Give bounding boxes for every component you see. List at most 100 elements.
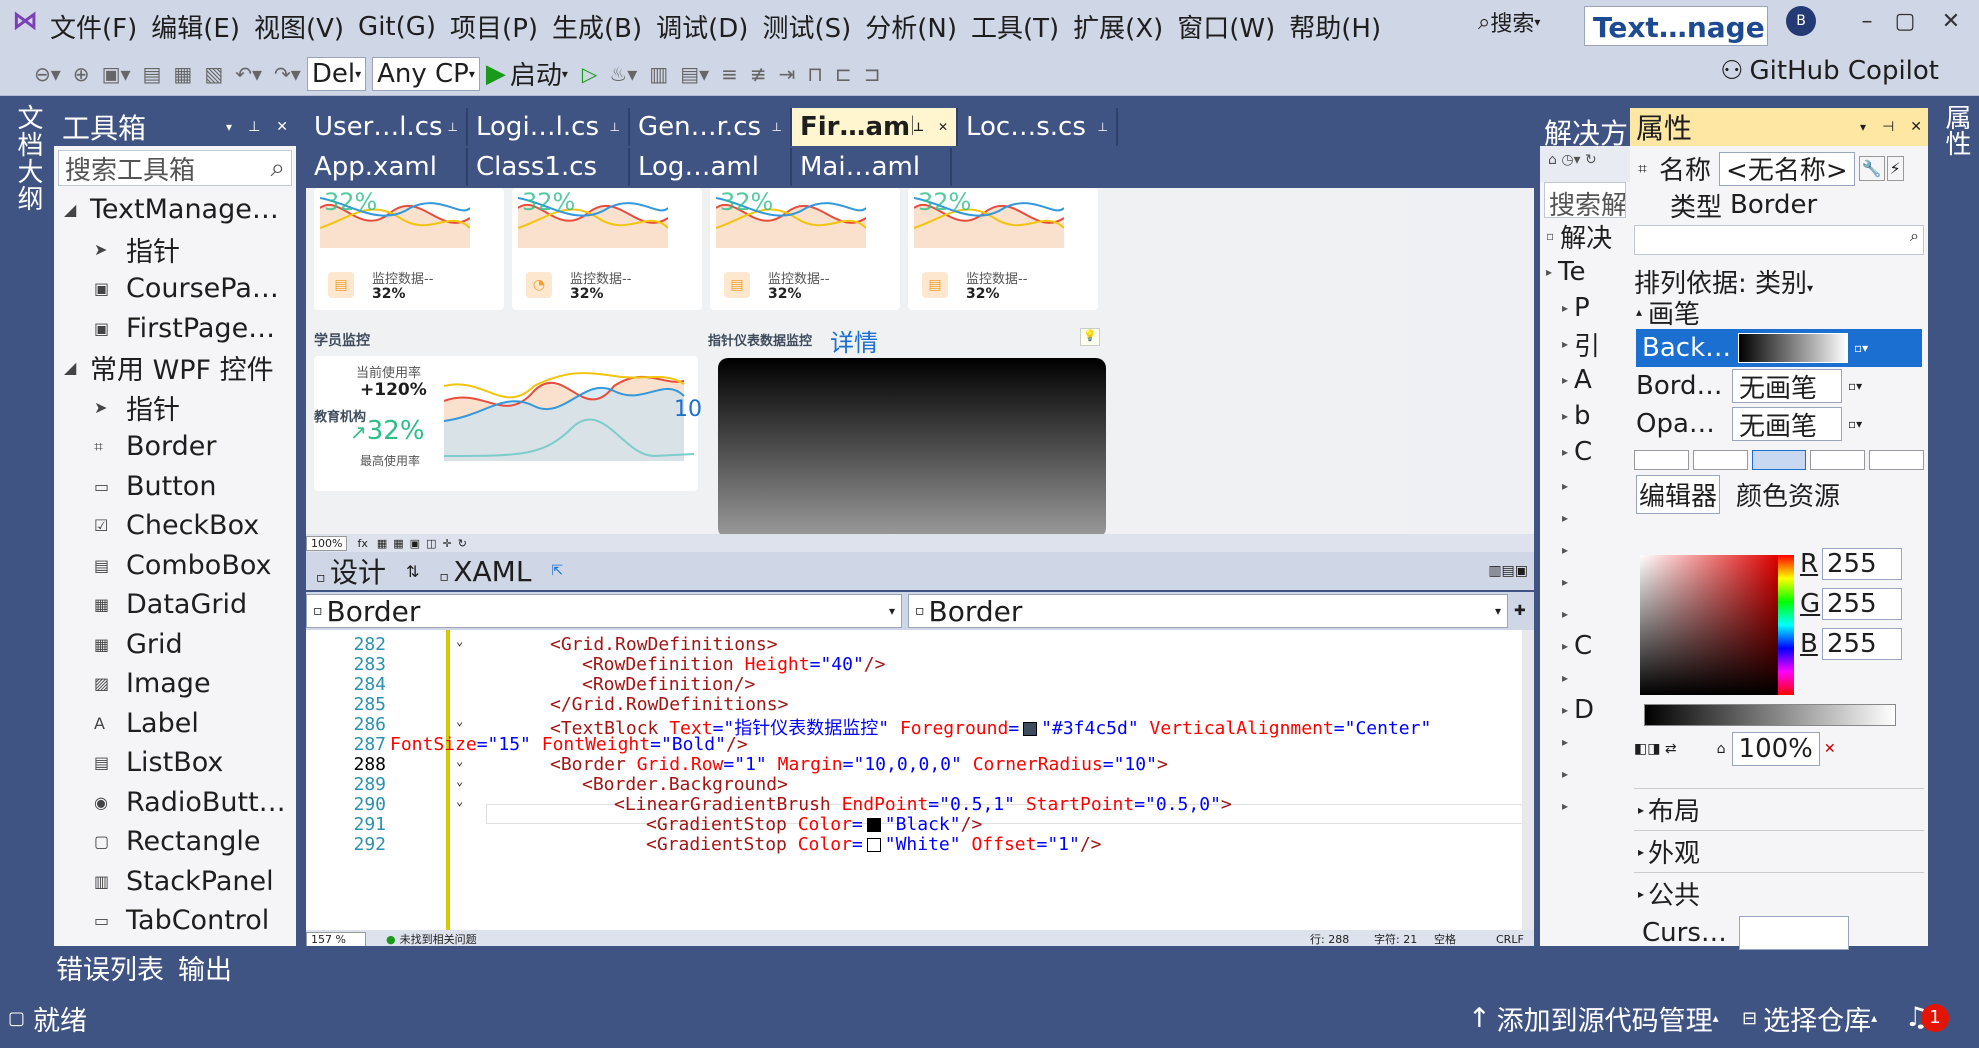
snap-lines-icon[interactable]: ◫ bbox=[426, 537, 436, 550]
bottom-tab[interactable]: 输出 bbox=[178, 948, 232, 987]
solution-tree-item[interactable]: ▸ bbox=[1540, 726, 1630, 758]
grid-toggle-icon[interactable]: ▦ bbox=[377, 537, 387, 550]
solution-tree-item[interactable]: ▸ bbox=[1540, 566, 1630, 598]
toolbox-item[interactable]: ▤ ComboBox bbox=[54, 546, 296, 586]
property-marker-icon[interactable]: ▫▾ bbox=[1848, 379, 1862, 393]
menu-item[interactable]: 扩展(X) bbox=[1073, 8, 1163, 45]
resource-brush-icon[interactable] bbox=[1869, 450, 1924, 470]
add-pane-icon[interactable]: ✚ bbox=[1514, 603, 1526, 619]
solution-tree-item[interactable]: ▸ 引 bbox=[1540, 326, 1630, 362]
document-outline-tab[interactable]: 文档大纲 bbox=[10, 104, 47, 212]
toolbox-group[interactable]: ◢ TextManage… bbox=[54, 190, 296, 230]
menu-item[interactable]: 工具(T) bbox=[971, 8, 1059, 45]
save-all-icon[interactable]: ▧ bbox=[204, 62, 223, 86]
brush-group-header[interactable]: ▴ 画笔 bbox=[1630, 295, 1928, 330]
pin-icon[interactable]: ⊥ bbox=[448, 120, 458, 134]
close-icon[interactable]: ✕ bbox=[938, 120, 948, 134]
monitor-card[interactable]: 32% ▤ 监控数据-- 32% bbox=[710, 188, 900, 310]
indent-icon[interactable]: ⇥ bbox=[779, 62, 796, 86]
monitor-card[interactable]: 32% ▤ 监控数据-- 32% bbox=[314, 188, 504, 310]
left-element-combo[interactable]: ▫ Border ▾ bbox=[306, 594, 902, 628]
solution-tree-item[interactable]: ▸ bbox=[1540, 534, 1630, 566]
xaml-code-editor[interactable]: 282 ⌄ <Grid.RowDefinitions> 283 <RowDefiniti… bbox=[306, 630, 1534, 930]
whitespace-mode[interactable]: 空格 bbox=[1434, 931, 1456, 947]
designer-canvas[interactable]: 32% ▤ 监控数据-- 32% 32% ◔ 监控数据-- 32% 32% ▤ 监控数据-- 32% 3… bbox=[310, 188, 1408, 538]
rgb-channel-input[interactable]: 255 bbox=[1822, 628, 1902, 660]
color-resources-tab[interactable]: 颜色资源 bbox=[1736, 476, 1840, 513]
bookmark-prev-icon[interactable]: ⊏ bbox=[835, 62, 852, 86]
code-line[interactable]: <Border Grid.Row="1" Margin="10,0,0,0" C… bbox=[550, 754, 1168, 775]
toolbox-item[interactable]: ▣ CoursePa… bbox=[54, 269, 296, 309]
new-project-icon[interactable]: ▣▾ bbox=[102, 62, 131, 86]
document-tab[interactable]: App.xaml bbox=[306, 148, 468, 186]
code-line[interactable]: <RowDefinition Height="40"/> bbox=[582, 654, 885, 675]
solution-tree-item[interactable]: ▸ C bbox=[1540, 630, 1630, 662]
monitor-card[interactable]: 32% ◔ 监控数据-- 32% bbox=[512, 188, 702, 310]
toolbox-item[interactable]: ▣ FirstPage… bbox=[54, 309, 296, 349]
toolbox-item[interactable]: ▦ DataGrid bbox=[54, 585, 296, 625]
solution-tree-item[interactable]: ▸ b bbox=[1540, 398, 1630, 434]
solution-tree-item[interactable]: ▸ P bbox=[1540, 290, 1630, 326]
swap-panes-icon[interactable]: ⇅ bbox=[406, 562, 419, 581]
fold-chevron-icon[interactable]: ⌄ bbox=[456, 794, 463, 808]
bookmark-icon[interactable]: ⊓ bbox=[807, 62, 823, 86]
image-brush-icon[interactable] bbox=[1810, 450, 1866, 470]
add-to-source-control-button[interactable]: ↑ 添加到源代码管理 ▴ bbox=[1468, 999, 1719, 1038]
right-element-combo[interactable]: ▫ Border ▾ bbox=[908, 594, 1508, 628]
toolbox-item[interactable]: ▢ Rectangle bbox=[54, 822, 296, 862]
select-repository-button[interactable]: ⊟ 选择仓库 ▴ bbox=[1742, 999, 1877, 1038]
document-tab[interactable]: Fir…aml*⊥✕ bbox=[792, 108, 958, 146]
lightbulb-icon[interactable]: 💡 bbox=[1080, 328, 1100, 346]
solution-explorer-toolbar[interactable]: ⌂ ◷▾ ↻ bbox=[1540, 146, 1630, 182]
menu-item[interactable]: 调试(D) bbox=[656, 8, 748, 45]
solution-tree-item[interactable]: ▫ 解决 bbox=[1540, 218, 1630, 254]
property-search-input[interactable]: ⌕ bbox=[1634, 225, 1924, 255]
solution-tree-item[interactable]: ▸ Te bbox=[1540, 254, 1630, 290]
property-group-header[interactable]: ▸ 布局 bbox=[1634, 788, 1924, 830]
bookmark-next-icon[interactable]: ⊐ bbox=[864, 62, 881, 86]
toolbox-item[interactable]: ▨ Image bbox=[54, 664, 296, 704]
gradient-brush-icon[interactable] bbox=[1751, 450, 1807, 470]
layout-icon[interactable]: ▤▾ bbox=[680, 62, 709, 86]
close-icon[interactable]: ✕ bbox=[1910, 119, 1922, 135]
solution-tree-item[interactable]: ▸ bbox=[1540, 662, 1630, 694]
monitor-card[interactable]: 32% ▤ 监控数据-- 32% bbox=[908, 188, 1098, 310]
comment-icon[interactable]: ≡ bbox=[721, 62, 738, 86]
pin-icon[interactable]: ⊥ bbox=[248, 119, 260, 135]
property-group-header[interactable]: ▸ 公共 bbox=[1634, 872, 1924, 914]
save-icon[interactable]: ▦ bbox=[173, 62, 192, 86]
property-marker-icon[interactable]: ▫▾ bbox=[1848, 417, 1862, 431]
toolbox-item[interactable]: ▭ Button bbox=[54, 467, 296, 507]
solution-tree-item[interactable]: ▸ bbox=[1540, 502, 1630, 534]
close-button[interactable]: ✕ bbox=[1926, 4, 1976, 40]
menu-item[interactable]: 视图(V) bbox=[254, 8, 344, 45]
code-line[interactable]: <GradientStop Color= "Black"/> bbox=[646, 814, 982, 835]
solution-explorer-header[interactable]: 解决方 bbox=[1540, 108, 1630, 146]
bottom-tab[interactable]: 错误列表 bbox=[56, 948, 164, 987]
redo-icon[interactable]: ↷▾ bbox=[274, 62, 301, 86]
toolbox-item[interactable]: ▭ TabControl bbox=[54, 901, 296, 941]
color-swatch-icon[interactable] bbox=[866, 838, 881, 852]
code-line[interactable]: </Grid.RowDefinitions> bbox=[550, 694, 788, 715]
code-line[interactable]: <Border.Background> bbox=[582, 774, 788, 795]
menu-item[interactable]: 文件(F) bbox=[50, 8, 137, 45]
document-tab[interactable]: Loc…s.cs ⊥ bbox=[958, 108, 1118, 146]
panel-menu-icon[interactable]: ▾ bbox=[1860, 120, 1866, 134]
toolbox-search-input[interactable]: 搜索工具箱 ⌕ bbox=[58, 150, 292, 186]
stop-offset-input[interactable]: 100% bbox=[1731, 732, 1820, 766]
start-without-debug-icon[interactable]: ▷ bbox=[582, 62, 597, 86]
wrench-icon[interactable]: 🔧 bbox=[1858, 156, 1885, 181]
menu-item[interactable]: Git(G) bbox=[358, 12, 436, 42]
crosshair-icon[interactable]: ✛ bbox=[442, 537, 451, 550]
document-tab[interactable]: Logi…l.cs ⊥ bbox=[468, 108, 630, 146]
code-line[interactable]: <RowDefinition/> bbox=[582, 674, 755, 695]
xaml-tab[interactable]: ▫ XAML bbox=[439, 555, 531, 588]
no-brush-icon[interactable] bbox=[1634, 450, 1689, 470]
solution-tree-item[interactable]: ▸ bbox=[1540, 598, 1630, 630]
formula-icon[interactable]: fx bbox=[357, 537, 367, 550]
split-layout-icons[interactable]: ▥▤▣ bbox=[1488, 563, 1528, 579]
configuration-select[interactable]: Del ▾ bbox=[306, 56, 367, 91]
solution-title[interactable]: Text…nager bbox=[1584, 6, 1768, 46]
property-group-header[interactable]: ▸ 外观 bbox=[1634, 830, 1924, 872]
fold-chevron-icon[interactable]: ⌄ bbox=[456, 714, 463, 728]
